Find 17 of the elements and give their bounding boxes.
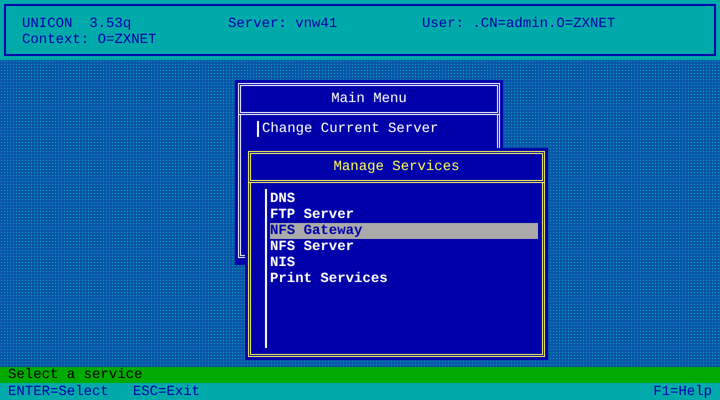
key-hint: ESC=Exit <box>132 384 200 400</box>
main-menu-title: Main Menu <box>331 91 407 107</box>
manage-services-title: Manage Services <box>333 159 460 175</box>
menu-item[interactable]: Change Current Server <box>257 121 497 137</box>
help-key-hint: F1=Help <box>653 384 712 400</box>
service-item[interactable]: DNS <box>270 191 538 207</box>
user-label: User: .CN=admin.O=ZXNET <box>422 16 616 32</box>
context-label: Context: O=ZXNET <box>22 32 158 48</box>
service-item[interactable]: NFS Gateway <box>270 223 538 239</box>
service-item[interactable]: NIS <box>270 255 538 271</box>
key-hint: ENTER=Select <box>8 384 109 400</box>
server-label: Server: vnw41 <box>228 16 338 32</box>
service-item[interactable]: FTP Server <box>270 207 538 223</box>
app-version: UNICON 3.53q <box>22 16 132 32</box>
service-item[interactable]: Print Services <box>270 271 538 287</box>
status-text: Select a service <box>8 367 142 383</box>
service-item[interactable]: NFS Server <box>270 239 538 255</box>
